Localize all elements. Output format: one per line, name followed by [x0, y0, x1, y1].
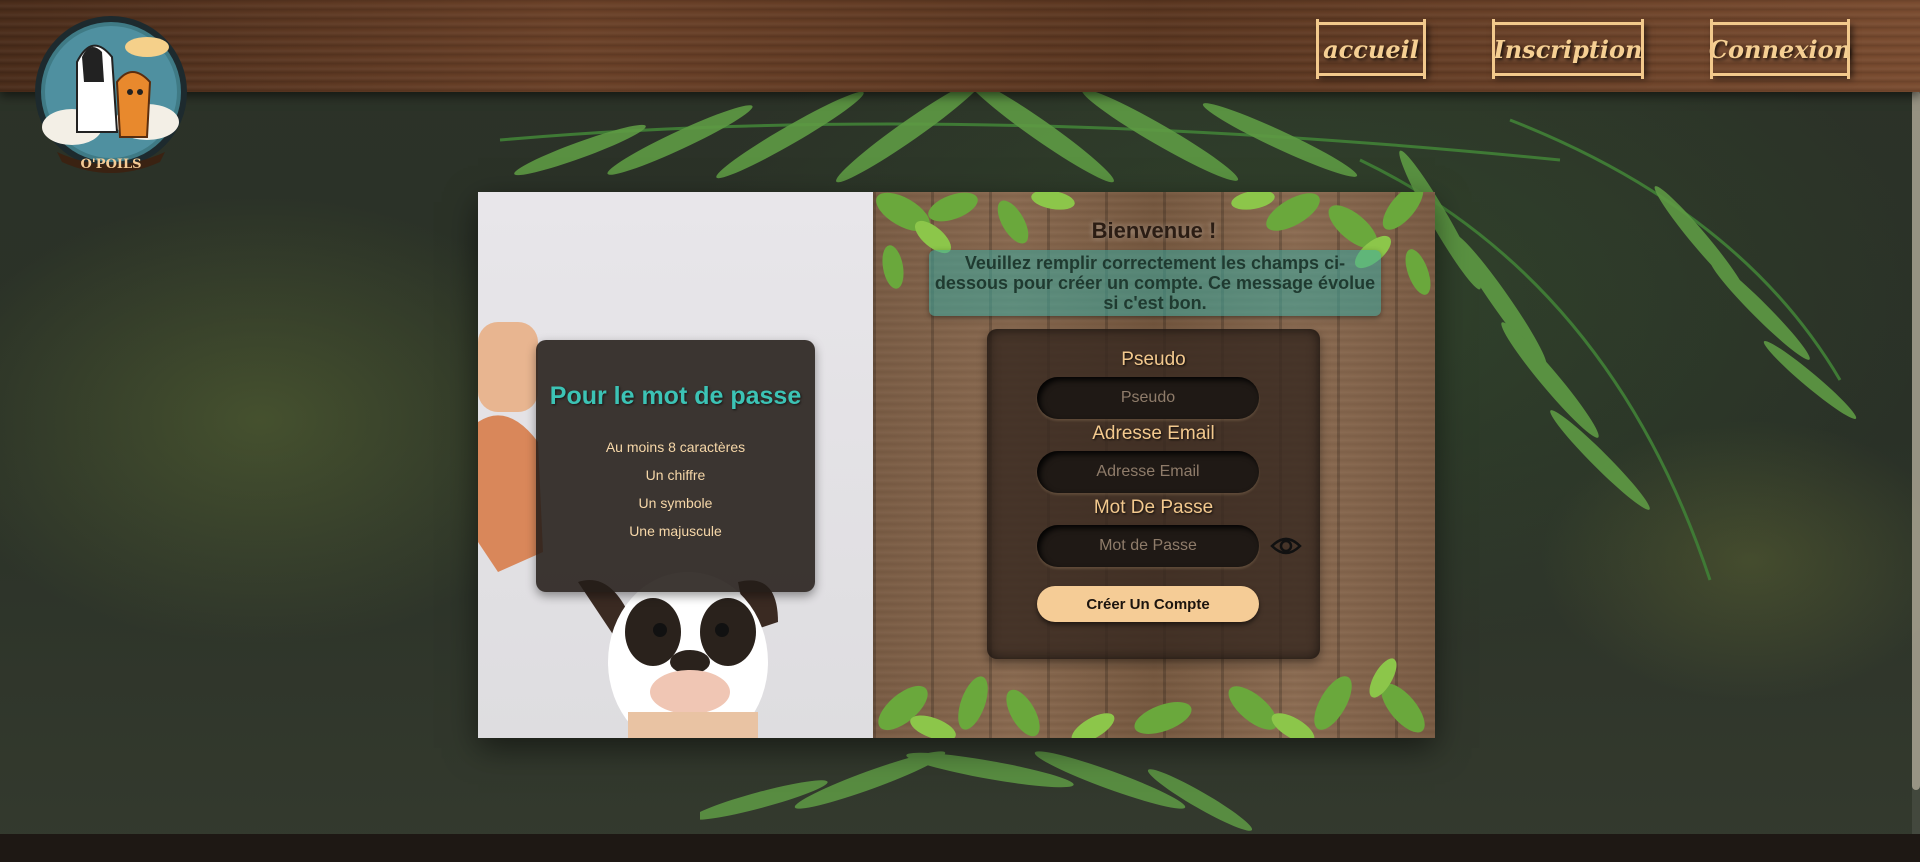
nav-inscription-label: Inscription: [1493, 34, 1643, 64]
password-rules-box: Pour le mot de passe Au moins 8 caractèr…: [536, 340, 815, 592]
validation-message: Veuillez remplir correctement les champs…: [929, 250, 1381, 316]
nav-accueil-button[interactable]: accueil: [1316, 19, 1426, 79]
password-input[interactable]: [1037, 525, 1259, 567]
register-form: Pseudo Adresse Email Mot De Passe Créer …: [987, 329, 1320, 659]
eye-icon[interactable]: [1270, 534, 1302, 558]
scrollbar-track[interactable]: [1912, 0, 1920, 834]
welcome-heading: Bienvenue !: [1091, 218, 1217, 243]
nav-connexion-button[interactable]: Connexion: [1708, 19, 1852, 79]
password-rule-digit: Un chiffre: [645, 467, 706, 483]
email-label: Adresse Email: [1092, 423, 1215, 444]
password-rule-uppercase: Une majuscule: [629, 523, 722, 539]
password-rules-list: Au moins 8 caractères Un chiffre Un symb…: [536, 433, 815, 545]
pseudo-label: Pseudo: [1121, 349, 1186, 370]
register-form-panel: Bienvenue ! Veuillez remplir correctemen…: [873, 192, 1435, 738]
leaves-bottom-decoration: [878, 658, 1425, 738]
password-label: Mot De Passe: [1093, 497, 1214, 518]
fern-decoration-bottom: [700, 720, 1260, 840]
register-card: Pour le mot de passe Au moins 8 caractèr…: [478, 192, 1435, 738]
password-rule-symbol: Un symbole: [638, 495, 713, 511]
footer-bar: [0, 834, 1920, 862]
scrollbar-thumb[interactable]: [1912, 90, 1920, 790]
password-info-panel: Pour le mot de passe Au moins 8 caractèr…: [478, 192, 873, 738]
pseudo-input[interactable]: [1037, 377, 1259, 419]
create-account-button[interactable]: Créer Un Compte: [1037, 586, 1259, 622]
password-rule-length: Au moins 8 caractères: [605, 439, 746, 455]
site-logo[interactable]: O'POILS: [32, 12, 190, 176]
password-rules-title: Pour le mot de passe: [549, 382, 802, 410]
email-input[interactable]: [1037, 451, 1259, 493]
nav-inscription-button[interactable]: Inscription: [1492, 19, 1644, 79]
logo-text: O'POILS: [80, 157, 141, 172]
nav-connexion-label: Connexion: [1708, 34, 1852, 64]
header-bar: accueil Inscription Connexion: [0, 0, 1920, 92]
nav-accueil-label: accueil: [1323, 34, 1419, 64]
